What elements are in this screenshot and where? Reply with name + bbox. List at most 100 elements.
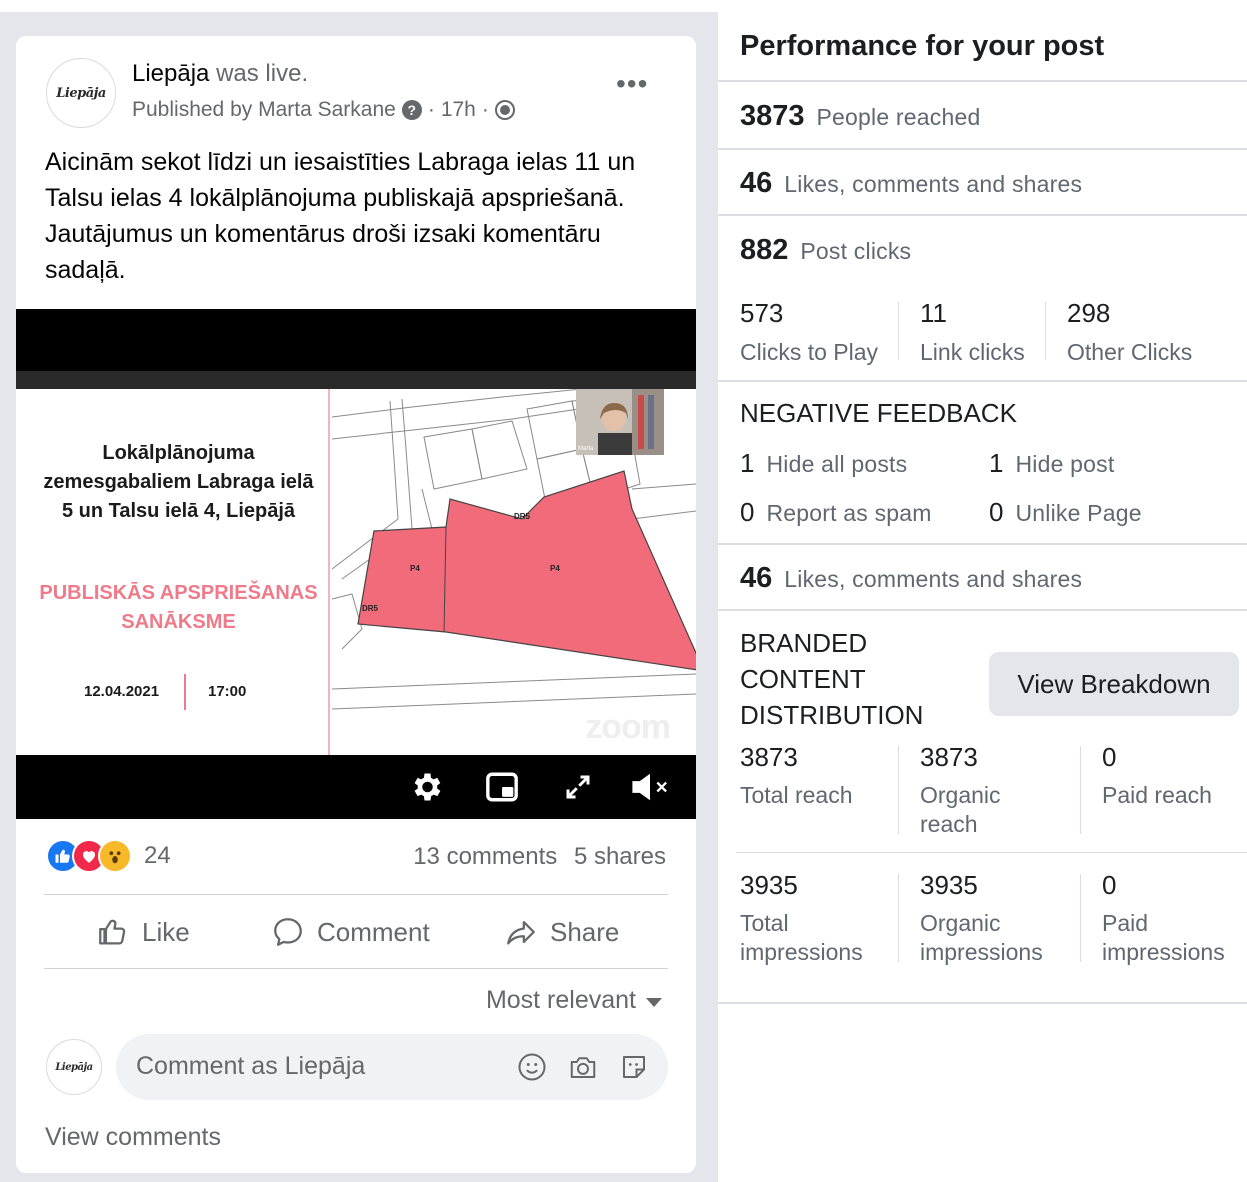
hide-post-value: 1 [989, 448, 1004, 478]
organic-impressions-label: Organic impressions [920, 909, 1043, 967]
engagement-label-2: Likes, comments and shares [784, 566, 1083, 592]
more-options-icon[interactable]: ••• [616, 70, 648, 98]
label-line: Organic [920, 910, 1001, 936]
comment-placeholder: Comment as Liepāja [136, 1052, 366, 1080]
live-text: was live. [216, 60, 309, 87]
like-label: Like [142, 916, 190, 947]
sticker-icon[interactable] [618, 1051, 650, 1083]
branded-title-line: DISTRIBUTION [740, 700, 924, 730]
camera-icon[interactable] [567, 1051, 599, 1083]
organic-impressions-value: 3935 [920, 870, 978, 900]
people-reached-value: 3873 [740, 100, 805, 132]
divider [718, 148, 1247, 150]
column-divider [898, 874, 899, 962]
slide-title: Lokālplānojuma zemesgabaliem Labraga iel… [43, 442, 314, 522]
clicks-to-play-value: 573 [740, 298, 784, 328]
clicks-to-play-label: Clicks to Play [740, 339, 879, 365]
column-divider [1080, 746, 1081, 834]
column-divider [1045, 302, 1046, 360]
page-avatar[interactable]: Liepāja [46, 58, 116, 128]
commenter-avatar[interactable]: Liepāja [46, 1039, 102, 1095]
divider [718, 380, 1247, 382]
performance-panel: Performance for your post 3873 People re… [718, 0, 1247, 1182]
slide-subtitle: PUBLISKĀS APSPRIEŠANAS SANĀKSME [39, 582, 318, 633]
like-button[interactable]: Like [96, 910, 190, 954]
video-player[interactable]: Lokālplānojuma zemesgabaliem Labraga iel… [16, 309, 696, 819]
total-impressions-label: Total impressions [740, 909, 863, 967]
divider [44, 894, 668, 895]
page-name-link[interactable]: Liepāja [132, 60, 209, 87]
label-line: impressions [1102, 939, 1225, 965]
branded-title-line: CONTENT [740, 664, 866, 694]
hide-all-posts-value: 1 [740, 448, 755, 478]
engagement-value-2: 46 [740, 562, 773, 594]
post-header-title: Liepāja was live. [132, 60, 308, 88]
divider [44, 968, 668, 969]
view-comments-link[interactable]: View comments [45, 1123, 221, 1152]
comment-sort-dropdown[interactable]: Most relevant [486, 986, 662, 1015]
engagement-label: Likes, comments and shares [784, 171, 1083, 197]
branded-content-title: BRANDED CONTENT DISTRIBUTION [740, 625, 923, 733]
view-breakdown-button[interactable]: View Breakdown [989, 652, 1239, 716]
link-clicks-value: 11 [920, 298, 947, 328]
report-spam-value: 0 [740, 497, 755, 527]
map-label: DR5 [514, 512, 531, 521]
paid-impressions-value: 0 [1102, 870, 1117, 900]
divider [718, 543, 1247, 545]
engagement-value: 46 [740, 167, 773, 199]
globe-icon [494, 100, 515, 120]
logo-text: Liepāja [56, 85, 106, 101]
thumbs-up-icon [99, 919, 126, 945]
label-line: impressions [920, 939, 1043, 965]
comment-input[interactable]: Comment as Liepāja [116, 1034, 668, 1100]
engagement-row: 46 Likes, comments and shares [740, 167, 1082, 200]
slide-time: 17:00 [208, 683, 247, 700]
post-meta: Published by Marta Sarkane ? · 17h · [132, 98, 515, 122]
settings-gear-icon[interactable] [406, 767, 446, 807]
share-label: Share [550, 916, 620, 947]
emoji-icon[interactable] [516, 1051, 548, 1083]
shares-count[interactable]: 5 shares [574, 843, 666, 870]
logo-text: Liepāja [55, 1061, 93, 1073]
total-reach-label: Total reach [740, 782, 853, 808]
question-icon[interactable]: ? [401, 100, 422, 120]
column-divider [1080, 874, 1081, 962]
sort-label: Most relevant [485, 986, 636, 1014]
map-label: P4 [410, 564, 420, 573]
reaction-count: 24 [144, 842, 171, 869]
fullscreen-icon[interactable] [558, 767, 598, 807]
meta-separator: · [427, 98, 435, 121]
post-clicks-label: Post clicks [800, 238, 912, 264]
post-clicks-row: 882 Post clicks [740, 234, 911, 267]
organic-reach-value: 3873 [920, 742, 978, 772]
people-reached-row: 3873 People reached [740, 100, 980, 133]
divider [736, 852, 1247, 853]
label-line: reach [920, 811, 978, 837]
total-reach-value: 3873 [740, 742, 798, 772]
mute-icon[interactable] [626, 767, 674, 807]
paid-impressions-label: Paid impressions [1102, 909, 1225, 967]
meta-separator: · [481, 98, 489, 121]
label-line: Paid [1102, 910, 1149, 936]
engagement-row-2: 46 Likes, comments and shares [740, 562, 1082, 595]
total-impressions-value: 3935 [740, 870, 798, 900]
slide-divider [184, 674, 186, 710]
picture-in-picture-icon[interactable] [482, 767, 522, 807]
hide-all-posts-stat: 1 Hide all posts [740, 448, 907, 479]
hide-post-stat: 1 Hide post [989, 448, 1114, 479]
other-clicks-value: 298 [1067, 298, 1111, 328]
comments-count[interactable]: 13 comments [413, 843, 557, 870]
speech-bubble-icon [274, 918, 302, 946]
unlike-page-value: 0 [989, 497, 1004, 527]
published-by: Published by Marta Sarkane [132, 98, 396, 121]
webcam-thumbnail: Marta [576, 389, 664, 455]
post-card: Liepāja Liepāja was live. Published by M… [16, 36, 696, 1173]
reaction-summary[interactable]: 24 [46, 839, 171, 873]
comment-button[interactable]: Comment [271, 910, 430, 954]
share-button[interactable]: Share [504, 910, 619, 954]
slide-text-panel: Lokālplānojuma zemesgabaliem Labraga iel… [16, 389, 330, 755]
organic-reach-label: Organic reach [920, 781, 1001, 839]
label-line: Total [740, 910, 789, 936]
report-spam-stat: 0 Report as spam [740, 497, 932, 528]
post-time[interactable]: 17h [441, 98, 476, 122]
